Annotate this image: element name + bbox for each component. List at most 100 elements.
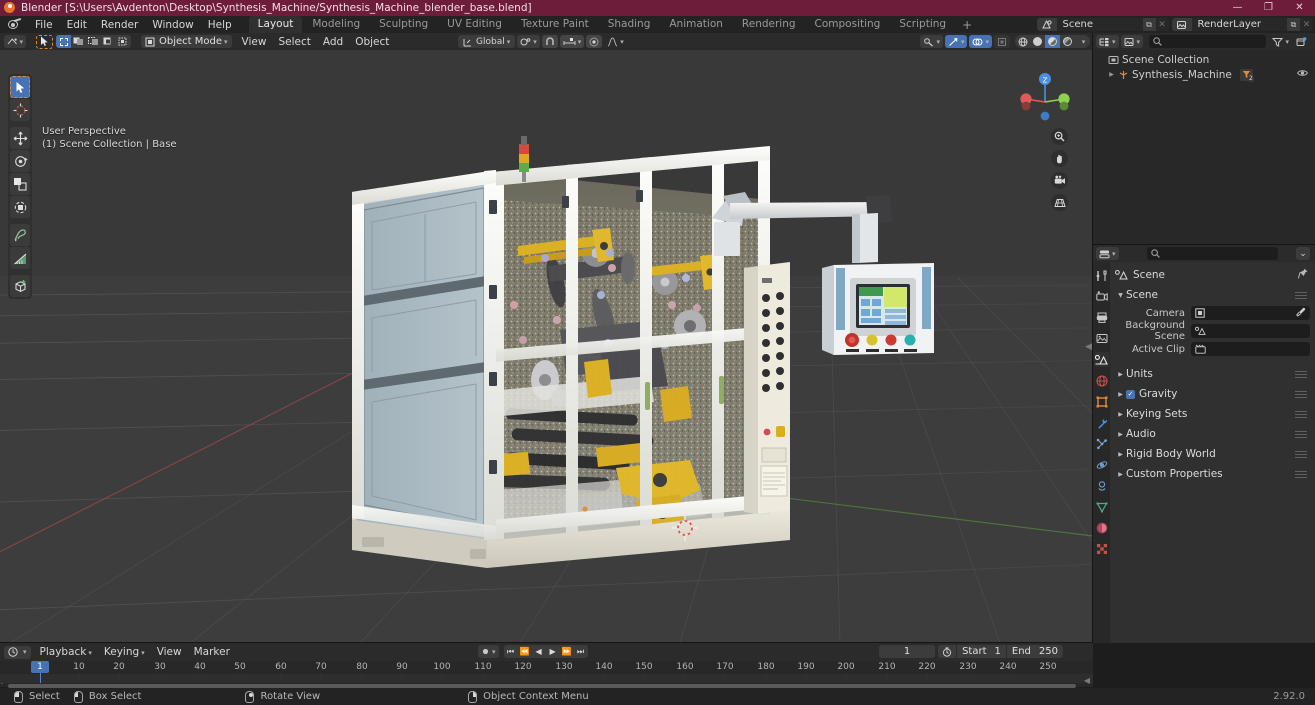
editor-divider-vertical[interactable] <box>1092 33 1093 643</box>
tweak-select-tool[interactable] <box>10 76 30 98</box>
pivot-point-selector[interactable]: ▾ <box>517 35 540 48</box>
timeline-horizontal-scrollbar[interactable] <box>8 683 1076 688</box>
editor-type-3dview-icon[interactable]: ▾ <box>4 35 26 48</box>
panel-rigid-body-world-header[interactable]: ▶ Rigid Body World <box>1115 446 1310 462</box>
viewport-menu-select[interactable]: Select <box>272 35 316 49</box>
viewport-sidebar-toggle[interactable]: ◀ <box>1085 342 1092 352</box>
select-subtract-button[interactable] <box>86 35 101 48</box>
shading-wireframe-button[interactable] <box>1015 35 1030 48</box>
maximize-button[interactable]: ❐ <box>1253 0 1284 16</box>
proportional-edit-icon[interactable] <box>586 35 603 48</box>
timeline-editor-icon[interactable]: ▾ <box>4 645 31 659</box>
overlays-icon[interactable]: ▾ <box>969 35 992 48</box>
new-viewlayer-button[interactable]: ⧉ <box>1287 18 1300 31</box>
timeline-menu-playback[interactable]: Playback ▾ <box>34 645 98 660</box>
record-dot-icon[interactable]: ▾ <box>478 645 499 658</box>
outliner-modifier-badge[interactable]: 2 <box>1239 68 1254 82</box>
timeline-menu-keying[interactable]: Keying ▾ <box>98 645 151 660</box>
scale-tool[interactable] <box>10 173 30 195</box>
toggle-perspective-button[interactable] <box>1051 194 1068 211</box>
magnet-icon[interactable] <box>541 35 558 48</box>
timeline-ruler[interactable]: 10 20 30 40 50 60 70 80 90 100 110 120 1… <box>0 661 1093 683</box>
blender-menu-icon[interactable] <box>6 17 22 32</box>
disclosure-triangle-icon[interactable]: ▶ <box>1107 71 1116 78</box>
properties-options-dropdown[interactable]: ⌄ <box>1296 247 1310 260</box>
jump-to-end-button[interactable]: ⏭ <box>574 645 588 658</box>
outliner-panel[interactable]: Scene Collection ▶ Synthesis_Machine 2 <box>1093 50 1315 245</box>
camera-view-button[interactable] <box>1051 172 1068 189</box>
play-reverse-button[interactable]: ◀ <box>532 645 546 658</box>
minimize-button[interactable]: — <box>1222 0 1253 16</box>
shading-material-button[interactable] <box>1045 35 1060 48</box>
tab-rendering[interactable]: Rendering <box>733 16 805 33</box>
outliner-display-mode-icon[interactable]: ▾ <box>1096 35 1119 48</box>
funnel-icon[interactable]: ▾ <box>1270 35 1291 48</box>
previous-keyframe-button[interactable]: ⏪ <box>518 645 532 658</box>
shading-dropdown-button[interactable]: ▾ <box>1075 35 1090 48</box>
camera-field[interactable] <box>1191 306 1310 320</box>
panel-custom-properties-header[interactable]: ▶ Custom Properties <box>1115 466 1310 482</box>
navigation-gizmo[interactable]: Z <box>1015 68 1075 128</box>
outliner-row-synthesis-machine[interactable]: ▶ Synthesis_Machine 2 <box>1093 67 1315 82</box>
measure-tool[interactable] <box>10 247 30 269</box>
transform-tool[interactable] <box>10 196 30 218</box>
tab-scripting[interactable]: Scripting <box>890 16 955 33</box>
eyedropper-icon[interactable] <box>1296 307 1306 320</box>
3d-viewport[interactable]: User Perspective (1) Scene Collection | … <box>0 50 1093 643</box>
wrench-tab[interactable] <box>1094 415 1109 430</box>
tab-modeling[interactable]: Modeling <box>303 16 369 33</box>
smooth-falloff-icon[interactable]: ▾ <box>604 35 627 48</box>
tab-texture-paint[interactable]: Texture Paint <box>512 16 598 33</box>
outliner-row-scene-collection[interactable]: Scene Collection <box>1093 52 1315 67</box>
unlink-viewlayer-button[interactable]: ✕ <box>1300 18 1313 31</box>
outliner-properties-divider[interactable] <box>1093 244 1315 245</box>
object-types-visibility-icon[interactable]: ▾ <box>920 35 943 48</box>
shading-rendered-button[interactable] <box>1060 35 1075 48</box>
jump-to-start-button[interactable]: ⏮ <box>504 645 518 658</box>
new-collection-icon[interactable] <box>1293 35 1310 48</box>
select-invert-button[interactable] <box>101 35 116 48</box>
current-frame-field[interactable]: 1 <box>879 645 936 658</box>
viewport-menu-view[interactable]: View <box>236 35 273 49</box>
gizmo-icon[interactable]: ▾ <box>944 35 968 48</box>
menu-render[interactable]: Render <box>94 17 145 33</box>
select-extend-button[interactable] <box>71 35 86 48</box>
add-workspace-button[interactable]: + <box>956 18 978 32</box>
viewport-menu-add[interactable]: Add <box>317 35 349 49</box>
tab-uv-editing[interactable]: UV Editing <box>438 16 511 33</box>
tab-layout[interactable]: Layout <box>248 16 303 33</box>
outliner-search-input[interactable] <box>1149 35 1267 48</box>
select-set-button[interactable] <box>56 35 71 48</box>
constraint-tab[interactable] <box>1094 478 1109 493</box>
physics-orbit-tab[interactable] <box>1094 457 1109 472</box>
properties-search-input[interactable] <box>1146 247 1278 260</box>
menu-help[interactable]: Help <box>201 17 239 33</box>
timeline-right-toggle[interactable]: ◀ <box>1084 676 1090 685</box>
scene-name[interactable]: Scene <box>1057 18 1143 31</box>
printer-tab[interactable] <box>1094 310 1109 325</box>
visibility-eye-icon[interactable] <box>1297 69 1308 80</box>
cursor-tool[interactable] <box>10 99 30 121</box>
transform-orientation-selector[interactable]: Global ▾ <box>458 35 516 48</box>
object-square-tab[interactable] <box>1094 394 1109 409</box>
tab-sculpting[interactable]: Sculpting <box>370 16 437 33</box>
panel-audio-header[interactable]: ▶ Audio <box>1115 426 1310 442</box>
viewport-timeline-divider[interactable] <box>0 642 1093 643</box>
mode-selector[interactable]: Object Mode ▾ <box>141 35 232 48</box>
tool-tab[interactable] <box>1094 268 1109 283</box>
timeline-menu-marker[interactable]: Marker <box>188 645 236 659</box>
unlink-scene-button[interactable]: ✕ <box>1156 18 1169 31</box>
start-frame-field[interactable]: Start 1 <box>957 646 1006 657</box>
images-tab[interactable] <box>1094 331 1109 346</box>
timeline-playhead[interactable]: 1 <box>31 661 49 673</box>
world-globe-tab[interactable] <box>1094 373 1109 388</box>
active-clip-field[interactable] <box>1191 342 1310 356</box>
texture-checker-tab[interactable] <box>1094 541 1109 556</box>
next-keyframe-button[interactable]: ⏩ <box>560 645 574 658</box>
timeline-editor[interactable]: ▶ 10 20 30 40 50 60 70 80 90 100 110 120… <box>0 661 1093 688</box>
select-intersect-button[interactable] <box>116 35 131 48</box>
add-cube-tool[interactable] <box>10 275 30 297</box>
menu-file[interactable]: File <box>28 17 60 33</box>
rotate-tool[interactable] <box>10 150 30 172</box>
properties-editor-icon[interactable]: ▾ <box>1096 247 1119 260</box>
